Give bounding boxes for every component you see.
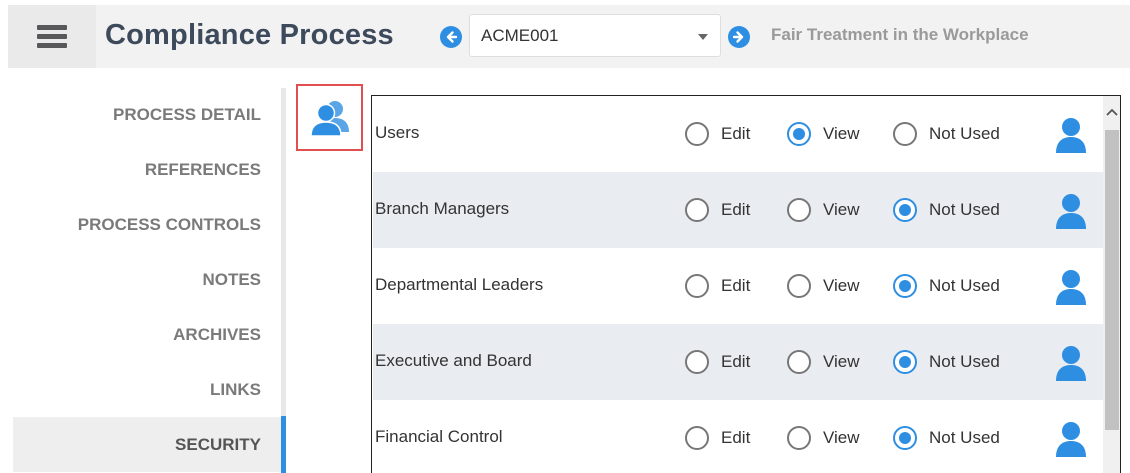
edit-label: Edit: [721, 124, 751, 143]
radio-circle: [685, 426, 709, 450]
view-label: View: [823, 428, 860, 447]
not-used-label: Not Used: [929, 124, 1000, 143]
role-label: Departmental Leaders: [375, 275, 544, 294]
user-icon[interactable]: [1055, 268, 1087, 306]
radio-circle-selected: [893, 426, 917, 450]
next-process-button[interactable]: [728, 26, 750, 48]
nav-item-archives[interactable]: ARCHIVES: [8, 307, 283, 362]
user-icon[interactable]: [1055, 420, 1087, 458]
arrow-right-icon: [732, 31, 744, 43]
view-radio[interactable]: View: [787, 426, 860, 450]
not-used-label: Not Used: [929, 276, 1000, 295]
edit-label: Edit: [721, 428, 751, 447]
edit-radio[interactable]: Edit: [685, 426, 750, 450]
scrollbar-thumb[interactable]: [1105, 130, 1119, 430]
nav-item-label: PROCESS DETAIL: [113, 104, 261, 124]
role-label: Branch Managers: [375, 199, 510, 218]
nav-item-notes[interactable]: NOTES: [8, 252, 283, 307]
edit-radio[interactable]: Edit: [685, 122, 750, 146]
not-used-radio[interactable]: Not Used: [893, 122, 1000, 146]
radio-circle-selected: [893, 198, 917, 222]
radio-circle: [685, 198, 709, 222]
view-label: View: [823, 276, 860, 295]
table-row: Executive and Board Edit View Not Used: [373, 324, 1103, 400]
radio-circle-selected: [893, 274, 917, 298]
nav-item-references[interactable]: REFERENCES: [8, 142, 283, 197]
table-row: Users Edit View Not Used: [373, 96, 1103, 172]
security-panel: Users Edit View Not Used Branch Managers…: [371, 95, 1121, 473]
nav-item-label: PROCESS CONTROLS: [77, 214, 261, 234]
nav-item-label: LINKS: [210, 379, 261, 399]
nav-item-process-detail[interactable]: PROCESS DETAIL: [8, 87, 283, 142]
not-used-label: Not Used: [929, 428, 1000, 447]
hamburger-icon: [37, 21, 67, 52]
view-label: View: [823, 352, 860, 371]
nav-item-label: REFERENCES: [144, 159, 261, 179]
edit-radio[interactable]: Edit: [685, 274, 750, 298]
edit-radio[interactable]: Edit: [685, 350, 750, 374]
role-label: Users: [375, 123, 420, 142]
table-row: Departmental Leaders Edit View Not Used: [373, 248, 1103, 324]
not-used-radio[interactable]: Not Used: [893, 274, 1000, 298]
user-group-button[interactable]: [296, 84, 363, 151]
radio-circle: [787, 426, 811, 450]
radio-circle: [685, 274, 709, 298]
vertical-scrollbar[interactable]: [1103, 96, 1120, 473]
scroll-up-button[interactable]: [1103, 104, 1120, 120]
chevron-up-icon: [1106, 108, 1118, 116]
hamburger-menu-button[interactable]: [8, 5, 96, 68]
view-radio[interactable]: View: [787, 274, 860, 298]
previous-process-button[interactable]: [440, 26, 462, 48]
view-label: View: [823, 124, 860, 143]
section-nav: PROCESS DETAIL REFERENCES PROCESS CONTRO…: [8, 87, 283, 472]
nav-item-security[interactable]: SECURITY: [13, 417, 283, 472]
nav-item-label: SECURITY: [175, 434, 261, 454]
chevron-down-icon: [698, 34, 708, 40]
nav-item-links[interactable]: LINKS: [8, 362, 283, 417]
role-label: Financial Control: [375, 427, 503, 446]
not-used-radio[interactable]: Not Used: [893, 426, 1000, 450]
edit-radio[interactable]: Edit: [685, 198, 750, 222]
radio-circle: [685, 350, 709, 374]
radio-circle-selected: [893, 350, 917, 374]
not-used-radio[interactable]: Not Used: [893, 350, 1000, 374]
nav-active-indicator: [281, 416, 286, 473]
user-icon[interactable]: [1055, 192, 1087, 230]
table-row: Branch Managers Edit View Not Used: [373, 172, 1103, 248]
arrow-left-icon: [446, 31, 458, 43]
view-radio[interactable]: View: [787, 350, 860, 374]
user-icon[interactable]: [1055, 116, 1087, 154]
view-radio[interactable]: View: [787, 122, 860, 146]
radio-circle: [787, 274, 811, 298]
user-group-icon: [309, 100, 349, 137]
edit-label: Edit: [721, 352, 751, 371]
process-select[interactable]: ACME001: [469, 14, 721, 57]
radio-circle-selected: [787, 122, 811, 146]
not-used-label: Not Used: [929, 200, 1000, 219]
top-bar: Compliance Process ACME001 Fair Treatmen…: [8, 5, 1130, 68]
not-used-label: Not Used: [929, 352, 1000, 371]
not-used-radio[interactable]: Not Used: [893, 198, 1000, 222]
view-radio[interactable]: View: [787, 198, 860, 222]
edit-label: Edit: [721, 200, 751, 219]
radio-circle: [787, 198, 811, 222]
user-icon[interactable]: [1055, 344, 1087, 382]
nav-item-label: NOTES: [202, 269, 261, 289]
process-name: Fair Treatment in the Workplace: [771, 25, 1029, 44]
radio-circle: [787, 350, 811, 374]
radio-circle: [685, 122, 709, 146]
nav-item-process-controls[interactable]: PROCESS CONTROLS: [8, 197, 283, 252]
edit-label: Edit: [721, 276, 751, 295]
table-row: Financial Control Edit View Not Used: [373, 400, 1103, 473]
role-label: Executive and Board: [375, 351, 532, 370]
radio-circle: [893, 122, 917, 146]
process-select-value: ACME001: [481, 26, 559, 45]
view-label: View: [823, 200, 860, 219]
page-title: Compliance Process: [105, 19, 394, 51]
nav-item-label: ARCHIVES: [173, 324, 261, 344]
